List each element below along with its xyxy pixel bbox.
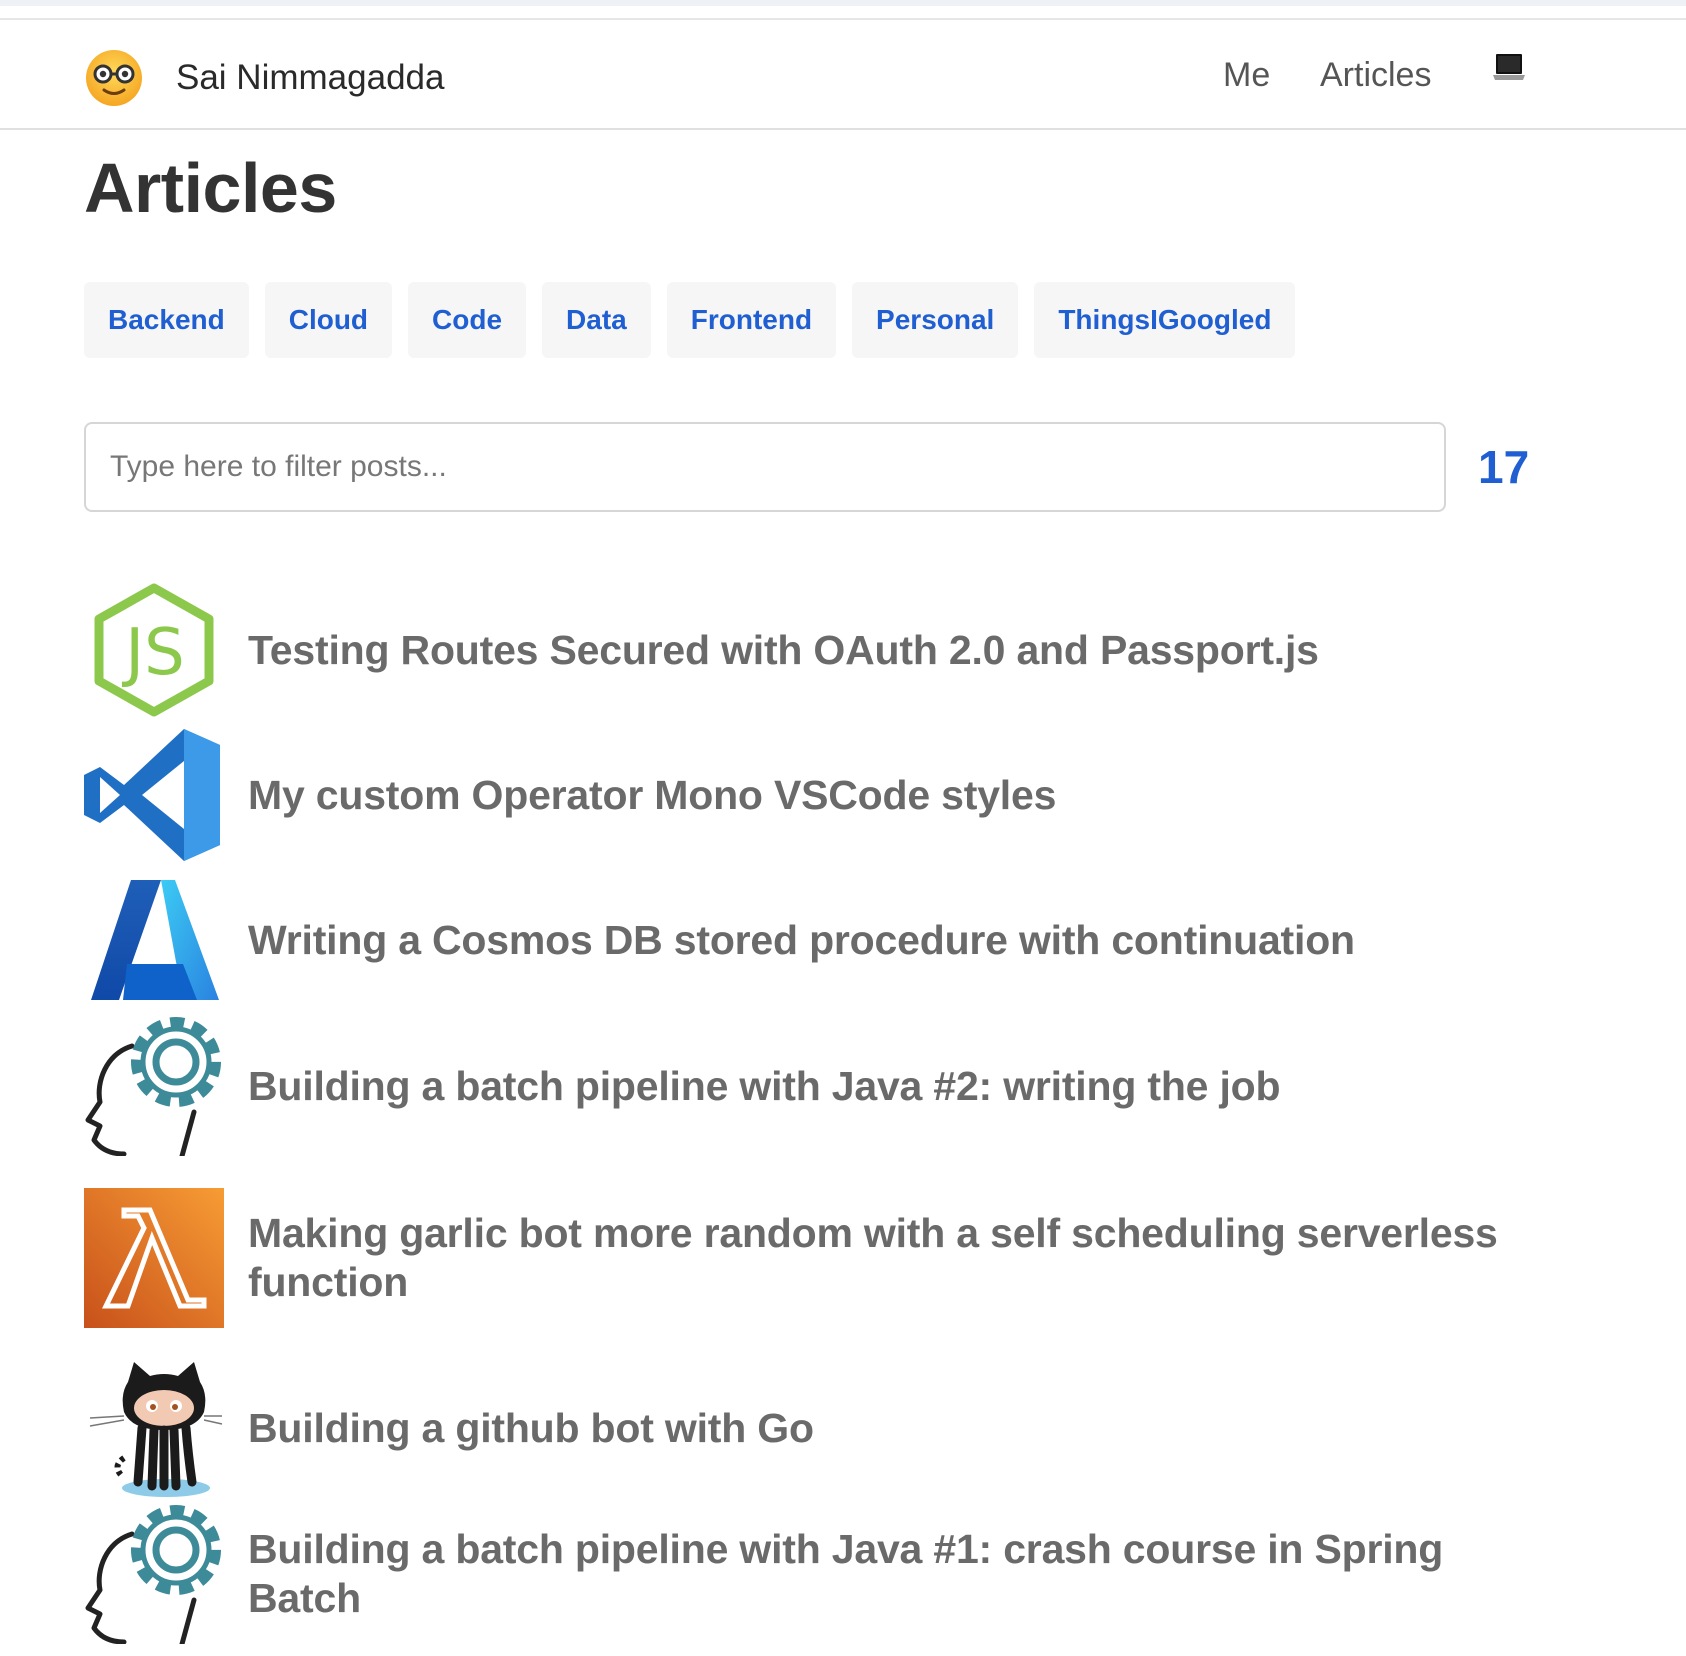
tag-code[interactable]: Code — [408, 282, 527, 358]
post-title: My custom Operator Mono VSCode styles — [248, 771, 1057, 818]
tag-data[interactable]: Data — [542, 282, 651, 358]
aws-lambda-icon — [84, 1188, 224, 1328]
post-title: Testing Routes Secured with OAuth 2.0 an… — [248, 626, 1319, 673]
head-gear-icon — [84, 1504, 224, 1644]
post-item[interactable]: Building a batch pipeline with Java #1: … — [84, 1504, 1584, 1644]
tag-frontend[interactable]: Frontend — [666, 282, 837, 358]
tag-personal[interactable]: Personal — [852, 282, 1019, 358]
octocat-icon — [84, 1358, 224, 1498]
site-header: Sai Nimmagadda Me Articles — [0, 18, 1686, 130]
post-count: 17 — [1478, 441, 1530, 493]
vscode-icon — [84, 725, 224, 865]
post-item[interactable]: Making garlic bot more random with a sel… — [84, 1188, 1584, 1328]
nodejs-icon: JS — [84, 580, 224, 720]
svg-text:JS: JS — [121, 616, 185, 690]
tag-thingsigoogled[interactable]: ThingsIGoogled — [1034, 282, 1296, 358]
nav-link-articles[interactable]: Articles — [1320, 56, 1431, 95]
azure-icon — [84, 870, 224, 1010]
post-item[interactable]: My custom Operator Mono VSCode styles — [84, 725, 1584, 865]
post-title: Writing a Cosmos DB stored procedure wit… — [248, 916, 1355, 963]
nerd-face-emoji-icon — [86, 50, 142, 106]
browser-top-strip — [0, 0, 1686, 6]
post-title: Building a github bot with Go — [248, 1404, 814, 1451]
nav-link-me[interactable]: Me — [1223, 56, 1270, 95]
tag-list: Backend Cloud Code Data Frontend Persona… — [84, 282, 1296, 358]
post-item[interactable]: Building a batch pipeline with Java #2: … — [84, 1016, 1584, 1156]
tag-cloud[interactable]: Cloud — [264, 282, 393, 358]
tag-backend[interactable]: Backend — [84, 282, 249, 358]
page-title: Articles — [84, 149, 337, 227]
post-title: Building a batch pipeline with Java #1: … — [248, 1526, 1444, 1621]
post-title: Building a batch pipeline with Java #2: … — [248, 1062, 1281, 1109]
filter-posts-input[interactable] — [84, 422, 1446, 512]
head-gear-icon — [84, 1016, 224, 1156]
laptop-icon[interactable] — [1492, 50, 1526, 84]
site-name: Sai Nimmagadda — [176, 58, 445, 97]
post-item[interactable]: JS Testing Routes Secured with OAuth 2.0… — [84, 580, 1584, 720]
post-item[interactable]: Writing a Cosmos DB stored procedure wit… — [84, 870, 1584, 1010]
post-title: Making garlic bot more random with a sel… — [248, 1210, 1498, 1305]
post-item[interactable]: Building a github bot with Go — [84, 1358, 1584, 1498]
site-brand[interactable]: Sai Nimmagadda — [84, 48, 444, 108]
